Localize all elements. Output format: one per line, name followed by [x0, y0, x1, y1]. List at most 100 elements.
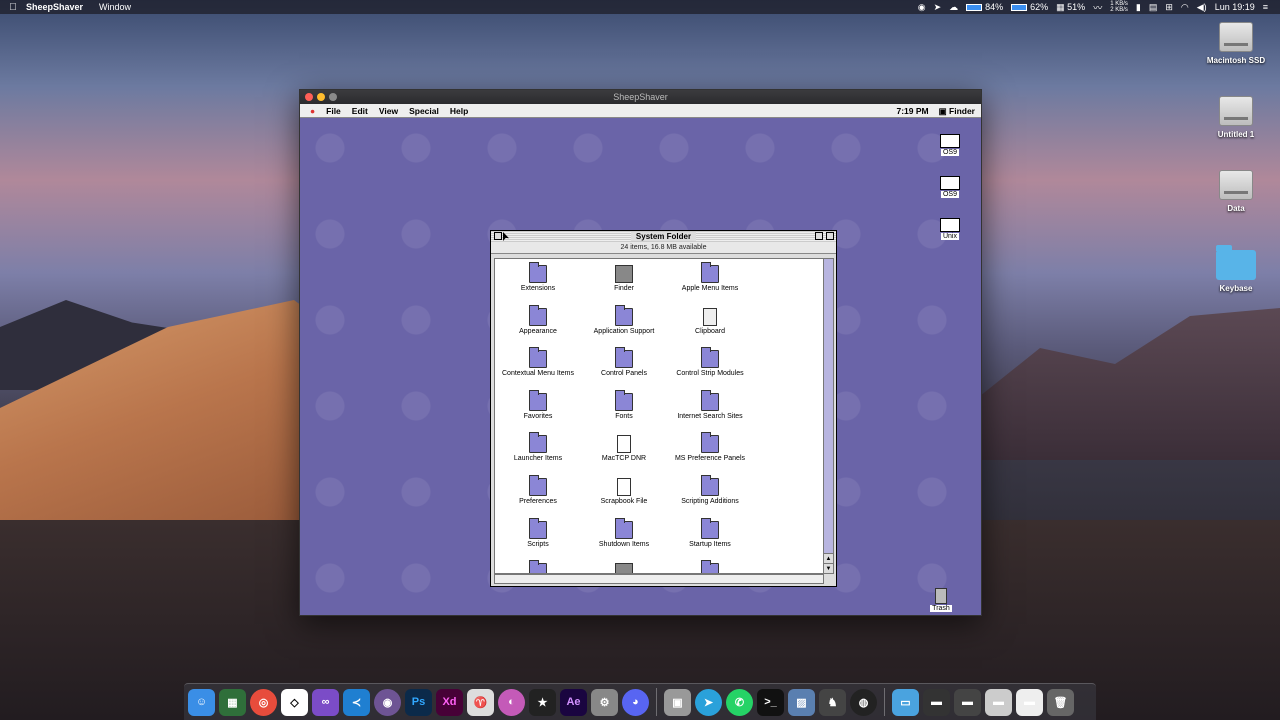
folder-item[interactable]: Preferences: [495, 474, 581, 519]
sheepshaver-titlebar[interactable]: SheepShaver: [300, 90, 981, 104]
cloud-icon[interactable]: ☁: [949, 2, 958, 13]
telegram-dock-icon[interactable]: ➤: [695, 688, 722, 716]
folder-item[interactable]: Finder: [581, 263, 667, 306]
system-preferences-dock-icon[interactable]: ⚙: [591, 688, 618, 716]
os9-menu-view[interactable]: View: [379, 106, 398, 116]
github-dock-icon[interactable]: ◉: [374, 688, 401, 716]
folder-item[interactable]: Scripting Additions: [667, 474, 753, 519]
after-effects-dock-icon[interactable]: Ae: [560, 688, 587, 716]
photoshop-dock-icon[interactable]: Ps: [405, 688, 432, 716]
os9-menu-file[interactable]: File: [326, 106, 341, 116]
minimize-button[interactable]: [317, 93, 325, 101]
window-title: SheepShaver: [613, 92, 668, 102]
discord-dock-icon[interactable]: ◕: [622, 688, 649, 716]
flag-icon[interactable]: ▮: [1136, 2, 1141, 13]
folder-item[interactable]: Control Panels: [581, 347, 667, 391]
folder-item[interactable]: Control Strip Modules: [667, 347, 753, 391]
system-folder-titlebar[interactable]: System Folder: [491, 231, 836, 242]
whatsapp-dock-icon[interactable]: ✆: [726, 688, 753, 716]
terminal-dock-icon[interactable]: >_: [757, 688, 784, 716]
downloads-folder-dock-icon[interactable]: ▭: [892, 688, 919, 716]
zoom-box[interactable]: [815, 232, 823, 240]
folder-item[interactable]: Clipboard: [667, 306, 753, 349]
clock[interactable]: Lun 19:19: [1215, 2, 1255, 12]
list-icon[interactable]: ≡: [1263, 2, 1268, 12]
sheepshaver-dock-icon[interactable]: ♞: [819, 688, 846, 716]
horizontal-scrollbar[interactable]: [494, 574, 824, 584]
activity-dock-icon[interactable]: ▦: [219, 688, 246, 716]
volume-icon-os9-1[interactable]: OS9: [930, 134, 970, 156]
volume-icon-unix[interactable]: Unix: [930, 218, 970, 240]
status-app-icon[interactable]: ◉: [918, 2, 926, 13]
volume-icon[interactable]: ◀): [1197, 2, 1207, 13]
os9-apple-menu-icon[interactable]: ●: [310, 106, 315, 116]
xd-dock-icon[interactable]: Xd: [436, 688, 463, 716]
unity-dock-icon[interactable]: ◇: [281, 688, 308, 716]
window-thumbnail-dock-icon[interactable]: ▬: [985, 688, 1012, 716]
folder-item[interactable]: Application Support: [581, 304, 667, 349]
battery-2[interactable]: 62%: [1011, 2, 1048, 12]
sheep-dock-icon[interactable]: ♈: [467, 688, 494, 716]
os9-menu-special[interactable]: Special: [409, 106, 439, 116]
close-box[interactable]: [494, 232, 502, 240]
volume-icon-os9-2[interactable]: OS9: [930, 176, 970, 198]
window-menu[interactable]: Window: [99, 2, 131, 12]
folder-item[interactable]: Shutdown Items: [581, 517, 667, 562]
disk-utility-dock-icon[interactable]: ▣: [664, 688, 691, 716]
folder-item[interactable]: Favorites: [495, 389, 581, 434]
folder-item[interactable]: Extensions: [495, 262, 581, 306]
app-menu[interactable]: SheepShaver: [26, 2, 83, 12]
vertical-scrollbar[interactable]: ▲ ▼: [823, 258, 834, 574]
desktop-icon-untitled[interactable]: Untitled 1: [1196, 96, 1276, 139]
folder-item[interactable]: Scrapbook File: [581, 476, 667, 519]
folder-item[interactable]: [667, 560, 753, 573]
os9-clock[interactable]: 7:19 PM: [896, 106, 928, 116]
folder-item[interactable]: MS Preference Panels: [667, 432, 753, 476]
apple-menu-icon[interactable]: : [0, 2, 26, 13]
folder-item[interactable]: MacTCP DNR: [581, 433, 667, 476]
scroll-up-arrow[interactable]: ▲: [824, 553, 833, 563]
os9-menu-edit[interactable]: Edit: [352, 106, 368, 116]
color-app-dock-icon[interactable]: ◐: [498, 688, 525, 716]
folder-item[interactable]: Appearance: [495, 304, 581, 349]
scroll-down-arrow[interactable]: ▼: [824, 563, 833, 573]
collapse-box[interactable]: [826, 232, 834, 240]
wifi-icon[interactable]: ◠: [1181, 2, 1189, 13]
window-thumbnail-dock-icon[interactable]: ▬: [1016, 688, 1043, 716]
finder-dock-icon[interactable]: ☺: [188, 688, 215, 716]
os9-menu-help[interactable]: Help: [450, 106, 468, 116]
trash-dock-icon[interactable]: 🗑: [1047, 688, 1074, 716]
folder-item[interactable]: Startup Items: [667, 517, 753, 562]
folder-icon: [615, 347, 633, 369]
obs-dock-icon[interactable]: ◍: [850, 688, 877, 716]
close-button[interactable]: [305, 93, 313, 101]
preview-dock-icon[interactable]: ▨: [788, 688, 815, 716]
window-thumbnail-dock-icon[interactable]: ▬: [954, 688, 981, 716]
folder-item[interactable]: [495, 560, 581, 573]
final-cut-dock-icon[interactable]: ★: [529, 688, 556, 716]
folder-item[interactable]: Internet Search Sites: [667, 389, 753, 434]
activity-graph-icon[interactable]: 〰: [1093, 1, 1102, 14]
display-icon[interactable]: ▤: [1149, 2, 1158, 13]
folder-item[interactable]: Scripts: [495, 517, 581, 562]
os9-app-switcher[interactable]: ▣ Finder: [939, 106, 975, 117]
battery-1[interactable]: 84%: [966, 2, 1003, 12]
grid-icon[interactable]: ⊞: [1165, 2, 1173, 13]
folder-item[interactable]: Fonts: [581, 389, 667, 434]
folder-item[interactable]: Launcher Items: [495, 432, 581, 476]
folder-item[interactable]: Contextual Menu Items: [495, 347, 581, 391]
window-thumbnail-dock-icon[interactable]: ▬: [923, 688, 950, 716]
chrome-dock-icon[interactable]: ◎: [250, 688, 277, 716]
desktop-icon-macintosh-ssd[interactable]: Macintosh SSD: [1196, 22, 1276, 65]
folder-item[interactable]: [581, 561, 667, 573]
visual-studio-dock-icon[interactable]: ∞: [312, 688, 339, 716]
vscode-dock-icon[interactable]: ≺: [343, 688, 370, 716]
folder-item[interactable]: Apple Menu Items: [667, 262, 753, 306]
zoom-button[interactable]: [329, 93, 337, 101]
desktop-icon-data[interactable]: Data: [1196, 170, 1276, 213]
trash[interactable]: Trash: [926, 588, 956, 612]
network-speed[interactable]: 1 KB/s 2 KB/s: [1110, 1, 1128, 13]
send-icon[interactable]: ➤: [934, 2, 942, 13]
desktop-icon-keybase[interactable]: Keybase: [1196, 245, 1276, 293]
battery-3[interactable]: ▦ 51%: [1056, 2, 1085, 13]
